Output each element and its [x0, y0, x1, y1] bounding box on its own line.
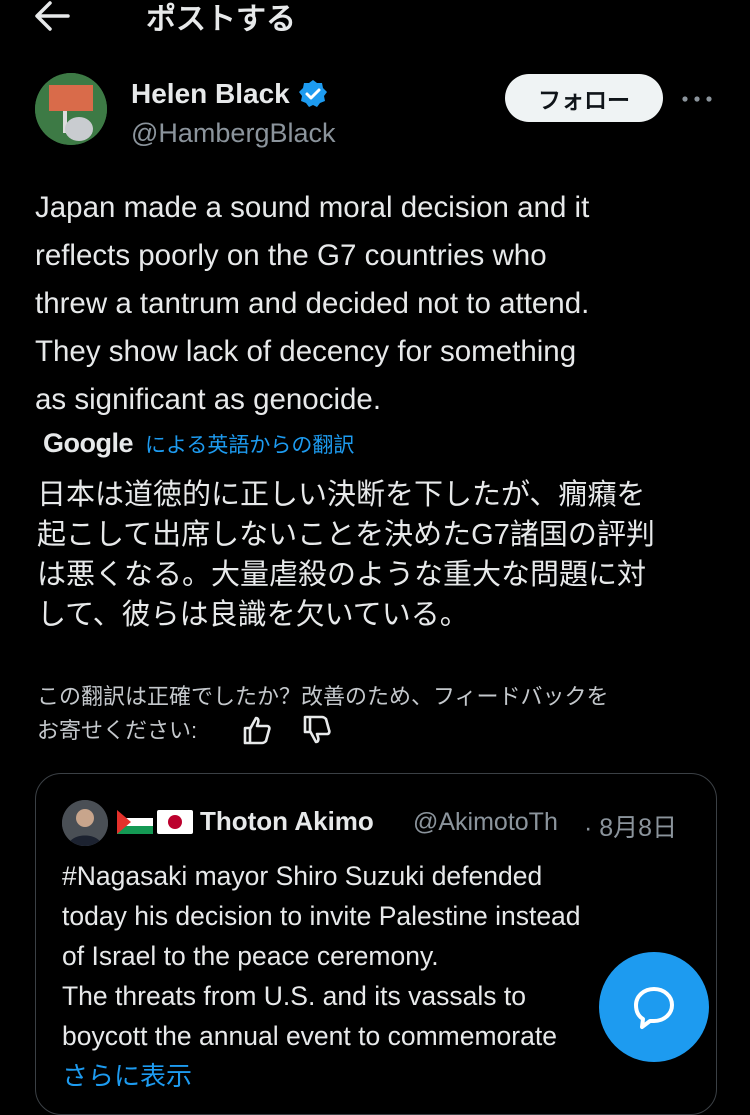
page-title: ポストする — [146, 3, 296, 36]
google-logo: Google — [43, 428, 134, 458]
quoted-author-handle: @AkimotoTh — [413, 808, 558, 836]
japan-flag-icon — [157, 810, 193, 834]
translation-feedback-prompt: この翻訳は正確でしたか？改善のため、フィードバックを お寄せください: — [37, 684, 609, 743]
translation-source-link[interactable]: による英語からの翻訳 — [145, 429, 354, 459]
post-text: Japan made a sound moral decision and it… — [35, 191, 590, 416]
speech-bubble-icon — [634, 987, 674, 1029]
author-name[interactable]: Helen Black — [131, 78, 290, 110]
author-handle[interactable]: @HambergBlack — [131, 118, 335, 149]
reply-fab-button[interactable] — [599, 952, 709, 1062]
quoted-author-avatar[interactable] — [62, 800, 108, 846]
translated-text: 日本は道徳的に正しい決断を下したが、癇癪を 起こして出席しないことを決めたG7諸… — [37, 479, 655, 631]
thumbs-up-icon[interactable] — [241, 714, 273, 746]
translation-attribution: Google による英語からの翻訳 — [43, 428, 354, 459]
quoted-author-name: Thoton Akimo — [200, 806, 374, 836]
thumbs-down-icon[interactable] — [299, 714, 335, 746]
follow-button[interactable]: フォロー — [505, 74, 663, 122]
quoted-author-flags — [117, 810, 193, 834]
palestine-flag-icon — [117, 810, 153, 834]
verified-badge-icon — [298, 80, 327, 107]
quoted-post-date: · 8月8日 — [584, 814, 678, 842]
show-more-link[interactable]: さらに表示 — [62, 1056, 192, 1093]
author-avatar[interactable] — [35, 73, 107, 145]
more-horizontal-icon[interactable] — [681, 92, 713, 106]
author-name-row: Helen Black — [131, 78, 328, 110]
back-arrow-icon[interactable] — [30, 0, 74, 36]
